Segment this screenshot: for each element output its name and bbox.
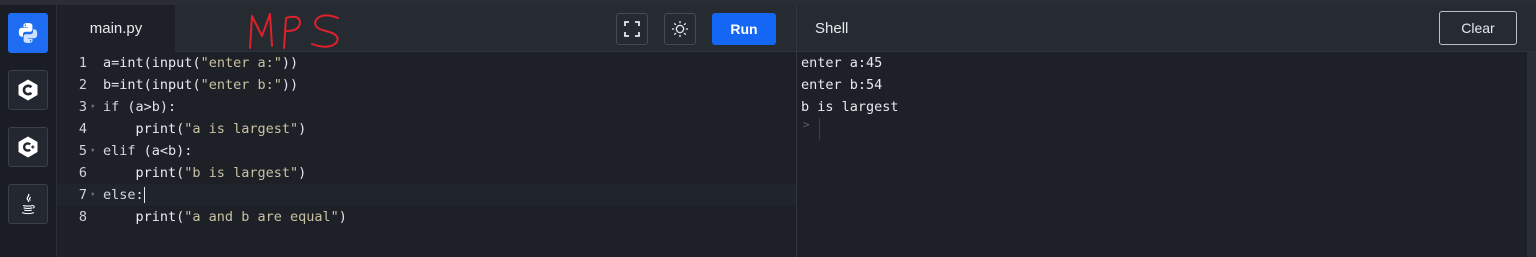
code-token: ) — [338, 209, 347, 225]
code-token: "a and b are equal" — [184, 209, 339, 225]
code-token: else — [103, 187, 136, 203]
code-token: )) — [281, 77, 299, 93]
code-text: if (a>b): — [103, 96, 176, 118]
code-token: )) — [281, 55, 299, 71]
code-line[interactable]: 2 b=int(input("enter b:")) — [57, 74, 796, 96]
shell-output-line: b is largest — [801, 99, 899, 115]
code-token: ( — [192, 55, 201, 71]
code-token: b= — [103, 77, 120, 93]
code-text: print("a is largest") — [103, 118, 307, 140]
code-line[interactable]: 7 ▾ else: — [57, 184, 796, 206]
code-token: print — [103, 121, 177, 137]
python-icon — [18, 23, 38, 43]
line-number: 1 — [78, 55, 87, 71]
language-python-button[interactable] — [8, 13, 48, 53]
code-line[interactable]: 3 ▾ if (a>b): — [57, 96, 796, 118]
code-token: ) — [298, 121, 307, 137]
code-editor[interactable]: 1 a=int(input("enter a:")) 2 b=int(input("e… — [57, 52, 796, 257]
language-c-button[interactable] — [8, 70, 48, 110]
code-line[interactable]: 4 print("a is largest") — [57, 118, 796, 140]
sun-icon — [672, 21, 688, 37]
line-number: 6 — [78, 165, 87, 181]
language-java-button[interactable] — [8, 184, 48, 224]
line-number: 8 — [78, 209, 87, 225]
theme-toggle-button[interactable] — [664, 13, 696, 45]
run-button[interactable]: Run — [712, 13, 776, 45]
code-token: input — [151, 77, 193, 93]
code-token: (a>b): — [119, 99, 177, 115]
shell-input-line[interactable] — [819, 118, 820, 140]
code-text: print("a and b are equal") — [103, 206, 347, 228]
code-token: "enter a:" — [200, 55, 282, 71]
shell-prompt: > — [803, 118, 810, 131]
code-token: elif — [103, 143, 136, 159]
code-token: int — [119, 77, 144, 93]
code-token: int — [119, 55, 144, 71]
code-text: a=int(input("enter a:")) — [103, 52, 298, 74]
line-number: 4 — [78, 121, 87, 137]
code-line[interactable]: 1 a=int(input("enter a:")) — [57, 52, 796, 74]
clear-button[interactable]: Clear — [1439, 11, 1517, 45]
fold-arrow-icon[interactable]: ▾ — [90, 96, 95, 118]
code-text: else: — [103, 184, 145, 206]
language-cpp-button[interactable] — [8, 127, 48, 167]
code-token: "b is largest" — [184, 165, 299, 181]
shell-output[interactable]: > enter a:45 enter b:54 b is largest — [801, 52, 1521, 257]
line-number: 3 — [78, 99, 87, 115]
language-sidebar — [0, 5, 57, 257]
code-text: b=int(input("enter b:")) — [103, 74, 298, 96]
shell-scrollbar[interactable] — [1527, 52, 1536, 257]
editor-toolbar: main.py Run — [57, 5, 796, 52]
code-token: input — [151, 55, 193, 71]
code-token: ( — [143, 55, 152, 71]
line-number: 7 — [78, 187, 87, 203]
fold-arrow-icon[interactable]: ▾ — [90, 184, 95, 206]
code-text: elif (a<b): — [103, 140, 192, 162]
fold-arrow-icon[interactable]: ▾ — [90, 140, 95, 162]
code-token: ( — [192, 77, 201, 93]
fullscreen-icon — [624, 21, 640, 37]
handwritten-annotation — [242, 10, 352, 57]
code-token: "enter b:" — [200, 77, 282, 93]
code-token: ( — [143, 77, 152, 93]
code-line[interactable]: 8 print("a and b are equal") — [57, 206, 796, 228]
shell-output-line: enter a:45 — [801, 55, 883, 71]
c-icon — [18, 79, 38, 101]
file-tab-main[interactable]: main.py — [57, 5, 175, 52]
code-text: print("b is largest") — [103, 162, 307, 184]
line-number: 2 — [78, 77, 87, 93]
code-token: ) — [298, 165, 307, 181]
shell-toolbar: Shell Clear — [797, 5, 1536, 52]
line-number: 5 — [78, 143, 87, 159]
shell-output-line: enter b:54 — [801, 77, 883, 93]
code-token: if — [103, 99, 120, 115]
cpp-icon — [18, 136, 38, 158]
code-token: (a<b): — [135, 143, 193, 159]
code-line[interactable]: 5 ▾ elif (a<b): — [57, 140, 796, 162]
code-token: : — [135, 187, 144, 203]
java-icon — [21, 193, 35, 215]
code-line[interactable]: 6 print("b is largest") — [57, 162, 796, 184]
code-token: "a is largest" — [184, 121, 299, 137]
code-token: print — [103, 165, 177, 181]
fullscreen-button[interactable] — [616, 13, 648, 45]
text-cursor — [143, 187, 145, 203]
code-token: print — [103, 209, 177, 225]
shell-title: Shell — [815, 20, 849, 37]
code-token: a= — [103, 55, 120, 71]
